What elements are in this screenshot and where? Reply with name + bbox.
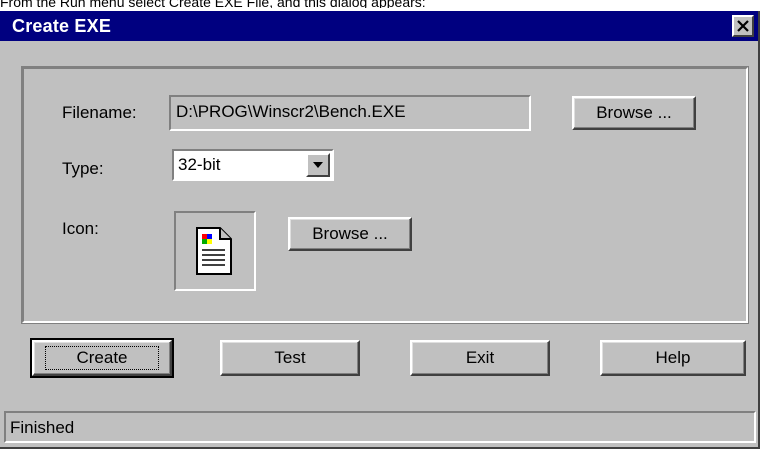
chevron-down-icon	[313, 162, 323, 168]
filename-browse-label: Browse ...	[596, 103, 672, 122]
icon-browse-button[interactable]: Browse ...	[288, 217, 412, 251]
exit-button[interactable]: Exit	[410, 340, 550, 376]
status-bar: Finished	[4, 411, 756, 443]
filename-field[interactable]: D:\PROG\Winscr2\Bench.EXE	[169, 95, 531, 131]
icon-preview	[174, 211, 256, 291]
test-label: Test	[274, 348, 306, 367]
icon-browse-label: Browse ...	[312, 224, 388, 243]
status-text: Finished	[10, 418, 75, 437]
create-button[interactable]: Create	[30, 338, 174, 378]
icon-label: Icon:	[62, 219, 99, 238]
create-label: Create	[45, 346, 159, 370]
title-bar[interactable]: Create EXE	[0, 11, 758, 41]
filename-label: Filename:	[62, 103, 137, 122]
window-title: Create EXE	[12, 16, 112, 36]
exit-label: Exit	[465, 348, 495, 367]
document-icon	[196, 227, 232, 275]
close-button[interactable]	[732, 15, 754, 37]
test-button[interactable]: Test	[220, 340, 360, 376]
options-group: Filename: D:\PROG\Winscr2\Bench.EXE Brow…	[21, 66, 749, 324]
help-button[interactable]: Help	[600, 340, 746, 376]
type-value: 32-bit	[178, 155, 221, 174]
type-select[interactable]: 32-bit	[172, 149, 334, 181]
type-dropdown-button[interactable]	[306, 153, 330, 177]
filename-browse-button[interactable]: Browse ...	[572, 96, 696, 130]
create-exe-dialog: Create EXE Filename: D:\PROG\Winscr2\Ben…	[0, 11, 760, 449]
instruction-caption: From the Run menu select Create EXE File…	[0, 0, 426, 8]
filename-value: D:\PROG\Winscr2\Bench.EXE	[176, 102, 406, 121]
type-label: Type:	[62, 159, 104, 178]
help-label: Help	[655, 348, 691, 367]
close-icon	[737, 20, 749, 32]
